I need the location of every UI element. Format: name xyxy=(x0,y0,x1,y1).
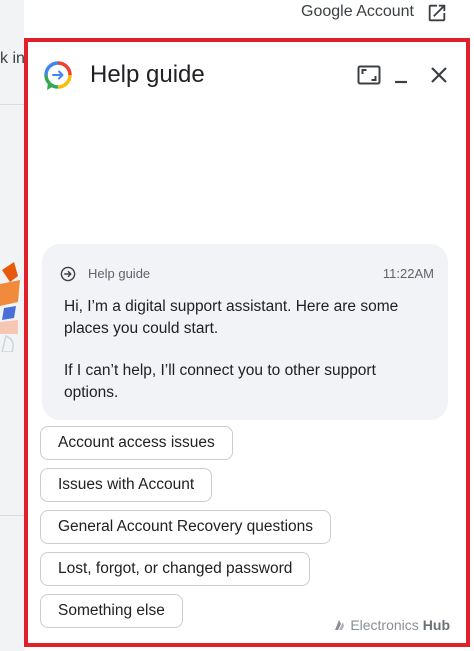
background-illustration xyxy=(0,262,20,352)
minimize-icon xyxy=(395,80,407,84)
open-in-full-icon xyxy=(357,65,381,85)
help-guide-arrow-icon xyxy=(60,266,76,282)
electronics-hub-logo-icon xyxy=(335,620,345,630)
option-chip-issues-with-account[interactable]: Issues with Account xyxy=(40,468,213,502)
message-text: Hi, I’m a digital support assistant. Her… xyxy=(64,298,399,337)
option-chip-password[interactable]: Lost, forgot, or changed password xyxy=(40,552,311,586)
assistant-message: Help guide 11:22AM Hi, I’m a digital sup… xyxy=(42,244,448,420)
open-in-new-icon[interactable] xyxy=(426,2,448,24)
watermark: Electronics Hub xyxy=(332,617,450,633)
watermark-text: Electronics xyxy=(350,617,419,633)
help-guide-logo-icon xyxy=(44,61,72,90)
watermark-text-bold: Hub xyxy=(422,617,450,633)
message-sender: Help guide xyxy=(88,266,151,281)
expand-button[interactable] xyxy=(354,60,384,90)
message-text: If I can’t help, I’ll connect you to oth… xyxy=(64,362,376,401)
top-bar: Google Account xyxy=(24,0,474,32)
minimize-button[interactable] xyxy=(386,60,416,90)
close-icon xyxy=(431,67,447,83)
option-chip-account-access[interactable]: Account access issues xyxy=(40,426,233,460)
background-divider xyxy=(0,104,24,105)
background-divider xyxy=(0,515,24,516)
help-guide-panel: Help guide Help guide 11:22AM Hi, I’m a … xyxy=(24,38,470,647)
background-page: k in xyxy=(0,0,25,651)
option-chip-something-else[interactable]: Something else xyxy=(40,594,183,628)
google-account-link[interactable]: Google Account xyxy=(301,3,414,21)
message-timestamp: 11:22AM xyxy=(382,266,434,281)
close-button[interactable] xyxy=(424,60,454,90)
option-chip-account-recovery[interactable]: General Account Recovery questions xyxy=(40,510,332,544)
panel-header: Help guide xyxy=(42,58,456,94)
background-text: k in xyxy=(0,50,25,67)
message-header: Help guide 11:22AM xyxy=(60,264,434,284)
panel-title: Help guide xyxy=(90,61,205,88)
